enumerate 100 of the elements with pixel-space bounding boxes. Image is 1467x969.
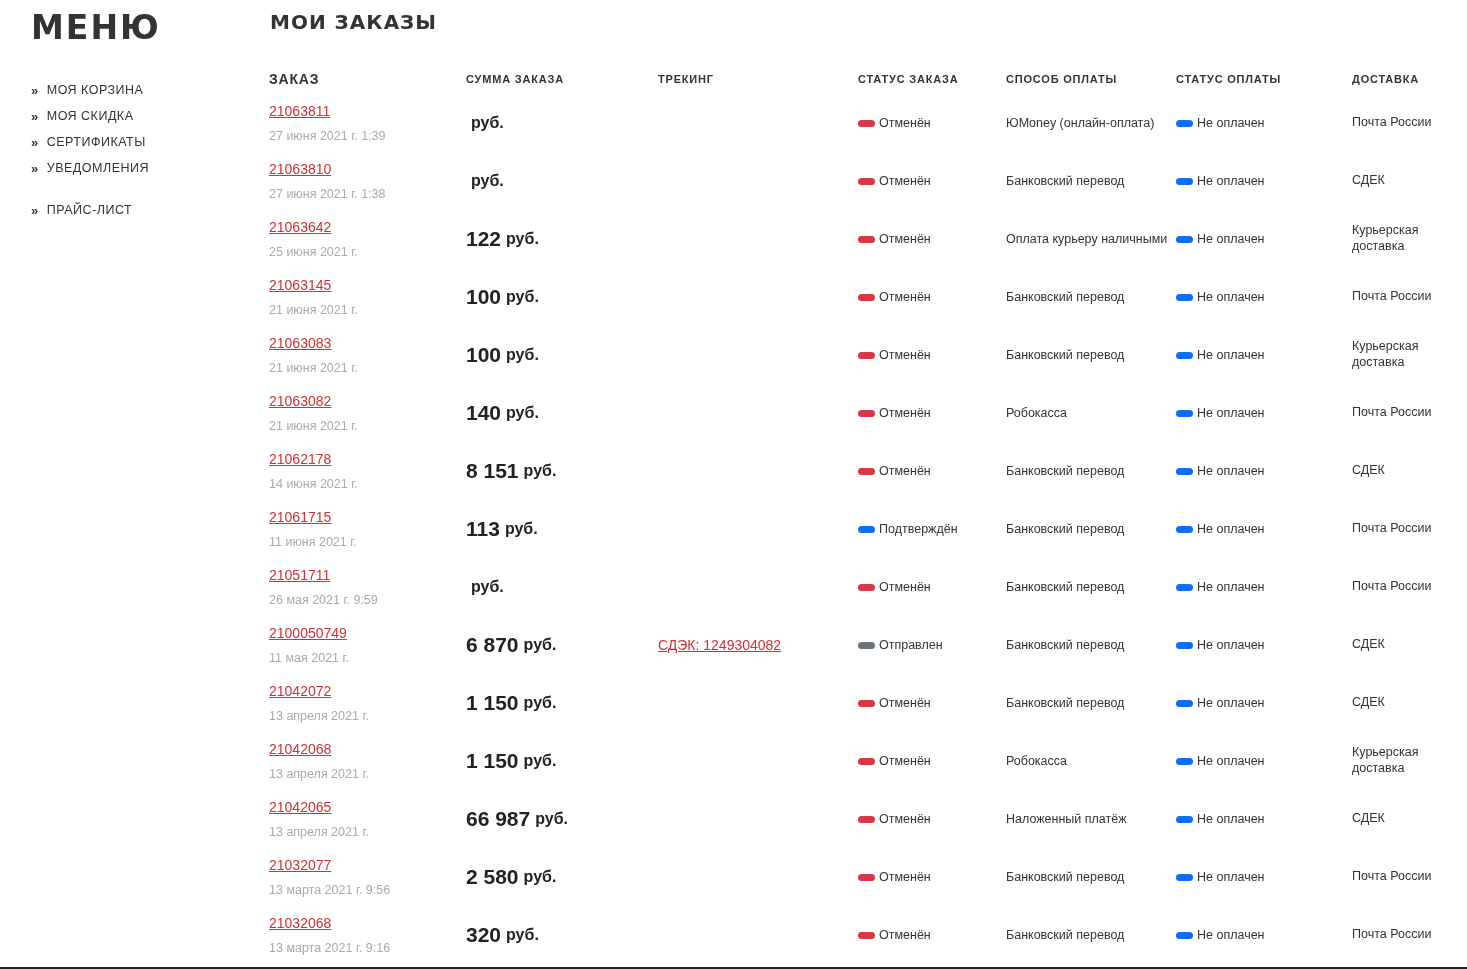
- order-amount: 66 987: [466, 806, 531, 833]
- delivery-method: Почта России: [1352, 521, 1432, 537]
- menu-link[interactable]: » УВЕДОМЛЕНИЯ: [31, 155, 269, 182]
- currency-label: руб.: [523, 751, 557, 771]
- order-amount: 113: [466, 516, 500, 543]
- column-header: СУММА ЗАКАЗА: [466, 71, 565, 87]
- menu-link[interactable]: » МОЯ СКИДКА: [31, 103, 269, 130]
- payment-method: Банковский перевод: [1006, 694, 1125, 712]
- order-date: 13 апреля 2021 г.: [269, 765, 369, 783]
- order-amount: 320: [466, 922, 502, 949]
- tracking-link[interactable]: СДЭК: 1249304082: [658, 634, 782, 656]
- order-status: Отменён: [879, 288, 931, 306]
- payment-method: Банковский перевод: [1006, 346, 1125, 364]
- currency-label: руб.: [506, 287, 539, 307]
- order-date: 21 июня 2021 г.: [269, 359, 358, 377]
- order-status: Отменён: [879, 462, 931, 480]
- order-date: 11 июня 2021 г.: [269, 533, 357, 551]
- order-date: 13 апреля 2021 г.: [269, 707, 369, 725]
- delivery-method: Почта России: [1352, 289, 1432, 305]
- order-link[interactable]: 2100050749: [269, 622, 347, 644]
- order-status: Отправлен: [879, 636, 943, 654]
- payment-status: Не оплачен: [1197, 926, 1265, 944]
- menu-link[interactable]: » СЕРТИФИКАТЫ: [31, 129, 269, 156]
- payment-status: Не оплачен: [1197, 462, 1265, 480]
- payment-status: Не оплачен: [1197, 868, 1265, 886]
- delivery-method: СДЕК: [1352, 637, 1385, 653]
- order-date: 11 мая 2021 г.: [269, 649, 350, 667]
- payment-status: Не оплачен: [1197, 114, 1265, 132]
- order-link[interactable]: 21063083: [269, 332, 332, 354]
- payment-status: Не оплачен: [1197, 230, 1265, 248]
- order-link[interactable]: 21042072: [269, 680, 332, 702]
- order-status: Отменён: [879, 578, 931, 596]
- currency-label: руб.: [506, 229, 539, 249]
- order-status: Отменён: [879, 694, 931, 712]
- order-amount: 100: [466, 342, 502, 369]
- order-status: Отменён: [879, 346, 931, 364]
- payment-status: Не оплачен: [1197, 520, 1265, 538]
- payment-method: ЮMoney (онлайн-оплата): [1006, 114, 1155, 132]
- order-date: 14 июня 2021 г.: [269, 475, 358, 493]
- delivery-method: Курьерская доставка: [1352, 223, 1420, 255]
- order-amount: 6 870: [466, 632, 519, 659]
- payment-method: Робокасса: [1006, 404, 1067, 422]
- order-link[interactable]: 21063810: [269, 158, 332, 180]
- order-link[interactable]: 21032068: [269, 912, 332, 934]
- menu-title: МЕНЮ: [31, 8, 162, 48]
- payment-status: Не оплачен: [1197, 578, 1265, 596]
- order-link[interactable]: 21032077: [269, 854, 332, 876]
- order-amount: 2 580: [466, 864, 519, 891]
- order-link[interactable]: 21062178: [269, 448, 332, 470]
- delivery-method: СДЕК: [1352, 173, 1385, 189]
- currency-label: руб.: [523, 693, 557, 713]
- column-header: ДОСТАВКА: [1352, 71, 1421, 87]
- order-link[interactable]: 21063642: [269, 216, 332, 238]
- order-status: Отменён: [879, 404, 931, 422]
- payment-method: Робокасса: [1006, 752, 1067, 770]
- order-link[interactable]: 21063811: [269, 100, 331, 122]
- order-status: Отменён: [879, 752, 931, 770]
- column-header: СТАТУС ОПЛАТЫ: [1176, 71, 1283, 87]
- order-amount: 122: [466, 226, 502, 253]
- order-date: 27 июня 2021 г. 1:38: [269, 185, 386, 203]
- payment-method: Банковский перевод: [1006, 868, 1125, 886]
- order-link[interactable]: 21042068: [269, 738, 332, 760]
- delivery-method: Курьерская доставка: [1352, 745, 1420, 777]
- currency-label: руб.: [471, 577, 504, 597]
- order-link[interactable]: 21061715: [269, 506, 332, 528]
- order-date: 13 апреля 2021 г.: [269, 823, 369, 841]
- payment-method: Банковский перевод: [1006, 462, 1125, 480]
- order-amount: 100: [466, 284, 502, 311]
- order-link[interactable]: 21063145: [269, 274, 332, 296]
- order-status: Отменён: [879, 868, 931, 886]
- order-date: 26 мая 2021 г. 9:59: [269, 591, 378, 609]
- payment-status: Не оплачен: [1197, 810, 1265, 828]
- currency-label: руб.: [523, 867, 557, 887]
- delivery-method: Почта России: [1352, 869, 1432, 885]
- order-status: Отменён: [879, 926, 931, 944]
- payment-method: Банковский перевод: [1006, 172, 1125, 190]
- order-link[interactable]: 21051711: [269, 564, 331, 586]
- order-amount: 140: [466, 400, 502, 427]
- payment-method: Банковский перевод: [1006, 288, 1125, 306]
- currency-label: руб.: [471, 113, 504, 133]
- payment-status: Не оплачен: [1197, 636, 1265, 654]
- menu-link[interactable]: » ПРАЙС-ЛИСТ: [31, 197, 269, 224]
- order-link[interactable]: 21042065: [269, 796, 332, 818]
- payment-status: Не оплачен: [1197, 694, 1265, 712]
- order-link[interactable]: 21063082: [269, 390, 332, 412]
- order-date: 13 марта 2021 г. 9:56: [269, 881, 391, 899]
- payment-method: Банковский перевод: [1006, 578, 1125, 596]
- order-status: Отменён: [879, 172, 931, 190]
- page-title: МОИ ЗАКАЗЫ: [270, 10, 439, 34]
- order-date: 21 июня 2021 г.: [269, 417, 358, 435]
- menu-link[interactable]: » МОЯ КОРЗИНА: [31, 77, 269, 104]
- payment-method: Банковский перевод: [1006, 636, 1125, 654]
- currency-label: руб.: [504, 519, 538, 539]
- currency-label: руб.: [523, 461, 557, 481]
- payment-status: Не оплачен: [1197, 752, 1265, 770]
- payment-method: Банковский перевод: [1006, 520, 1125, 538]
- delivery-method: Почта России: [1352, 115, 1432, 131]
- order-amount: 1 150: [466, 690, 519, 717]
- delivery-method: Почта России: [1352, 927, 1432, 943]
- payment-method: Банковский перевод: [1006, 926, 1125, 944]
